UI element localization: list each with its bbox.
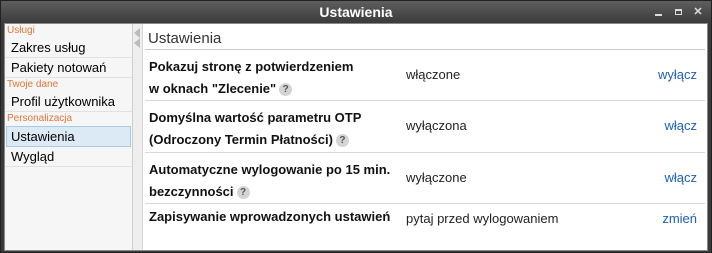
setting-label-line1: Domyślna wartość parametru OTP (149, 110, 362, 125)
sidebar-item-profil-uzytkownika[interactable]: Profil użytkownika (5, 92, 132, 112)
sidebar-group-personalizacja: Personalizacja (7, 113, 73, 124)
main-panel: Ustawienia Pokazuj stronę z potwierdzeni… (145, 24, 707, 250)
window-title: Ustawienia (319, 4, 393, 20)
setting-label-line2: w oknach "Zlecenie" (149, 81, 277, 96)
collapse-arrow-icon[interactable] (134, 28, 140, 38)
maximize-icon[interactable] (671, 5, 685, 19)
toggle-link-otp[interactable]: włącz (664, 118, 697, 133)
setting-label: Pokazuj stronę z potwierdzeniem w oknach… (149, 56, 399, 100)
sidebar-item-ustawienia[interactable]: Ustawienia (6, 126, 131, 147)
setting-label-line1: Pokazuj stronę z potwierdzeniem (149, 59, 354, 74)
title-bar[interactable]: Ustawienia ✕ (1, 1, 711, 23)
minimize-icon[interactable] (651, 5, 665, 19)
setting-label: Domyślna wartość parametru OTP (Odroczon… (149, 107, 399, 151)
sidebar-item-wyglad[interactable]: Wygląd (5, 147, 132, 167)
window-controls: ✕ (651, 1, 705, 23)
setting-value: włączone (406, 67, 461, 82)
sidebar-group-twoje-dane: Twoje dane (7, 79, 59, 90)
sidebar-group-uslugi: Usługi (7, 25, 35, 36)
setting-label: Automatyczne wylogowanie po 15 min. bezc… (149, 159, 399, 203)
setting-label-line1: Zapisywanie wprowadzonych ustawień (149, 209, 391, 224)
setting-value: wyłączone (406, 170, 467, 185)
setting-label-line1: Automatyczne wylogowanie po 15 min. (149, 162, 391, 177)
sidebar-splitter[interactable] (133, 24, 143, 250)
help-icon[interactable]: ? (335, 134, 349, 148)
sidebar: Usługi Zakres usług Pakiety notowań Twoj… (5, 24, 133, 250)
help-icon[interactable]: ? (236, 186, 250, 200)
setting-label: Zapisywanie wprowadzonych ustawień (149, 206, 407, 228)
setting-row-confirmation: Pokazuj stronę z potwierdzeniem w oknach… (145, 50, 705, 101)
page-title: Ustawienia (145, 24, 705, 50)
setting-row-save-settings: Zapisywanie wprowadzonych ustawień pytaj… (145, 204, 705, 234)
setting-row-otp: Domyślna wartość parametru OTP (Odroczon… (145, 101, 705, 153)
setting-value: pytaj przed wylogowaniem (406, 211, 559, 226)
toggle-link-confirmation[interactable]: wyłącz (658, 67, 697, 82)
collapse-arrow-icon[interactable] (134, 38, 140, 48)
settings-window: Ustawienia ✕ Usługi Zakres usług Pakiety… (0, 0, 712, 253)
setting-value: wyłączona (406, 118, 467, 133)
sidebar-item-zakres-uslug[interactable]: Zakres usług (5, 38, 132, 58)
help-icon[interactable]: ? (279, 83, 293, 97)
setting-label-line2: bezczynności (149, 184, 234, 199)
toggle-link-auto-logout[interactable]: włącz (664, 170, 697, 185)
change-link-save-settings[interactable]: zmień (662, 211, 697, 226)
setting-row-auto-logout: Automatyczne wylogowanie po 15 min. bezc… (145, 153, 705, 204)
close-icon[interactable]: ✕ (691, 5, 705, 19)
sidebar-item-pakiety-notowan[interactable]: Pakiety notowań (5, 58, 132, 78)
window-content: Usługi Zakres usług Pakiety notowań Twoj… (4, 23, 708, 251)
setting-label-line2: (Odroczony Termin Płatności) (149, 132, 333, 147)
